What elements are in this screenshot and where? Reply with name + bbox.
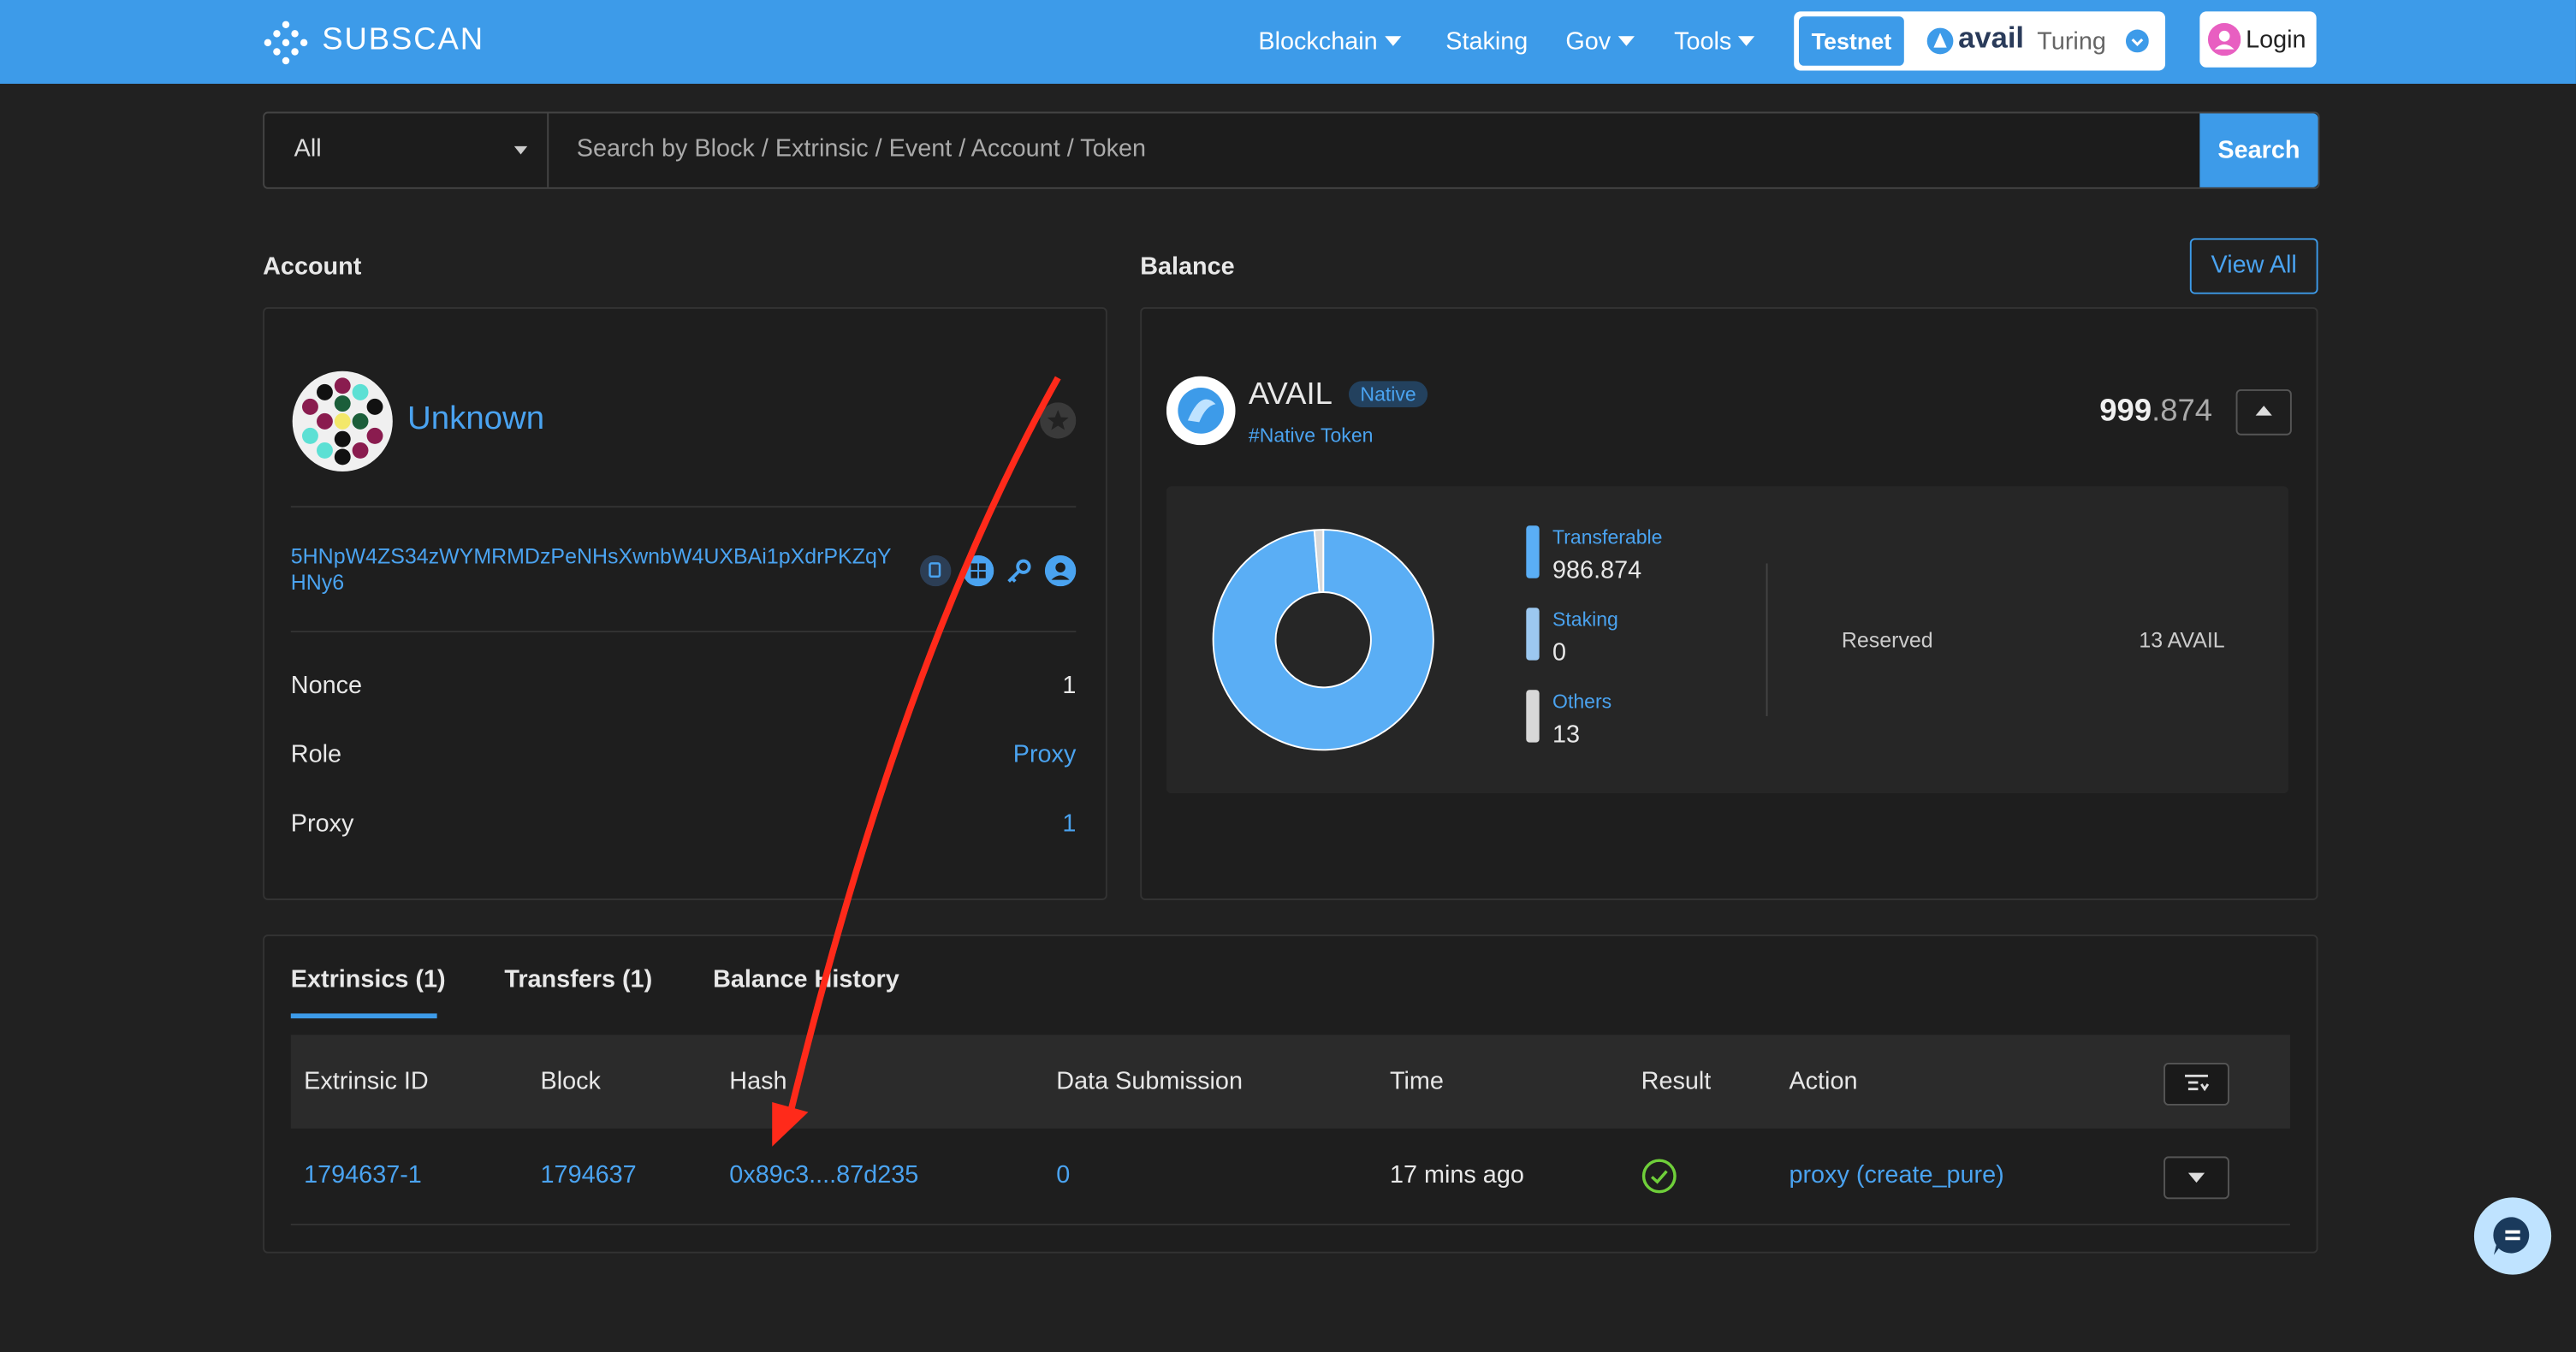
legend-bar-transferable xyxy=(1526,525,1540,578)
user-avatar-icon xyxy=(2207,22,2241,56)
balance-section-title: Balance xyxy=(1140,252,1235,282)
network-suffix: Turing xyxy=(2037,27,2106,56)
account-name[interactable]: Unknown xyxy=(407,400,544,438)
caret-down-icon xyxy=(2187,1172,2205,1183)
nonce-label: Nonce xyxy=(290,672,363,700)
qr-code-icon[interactable] xyxy=(962,554,994,587)
collapse-balance-button[interactable] xyxy=(2235,388,2292,436)
top-nav-bar: SUBSCAN Blockchain Staking Gov Tools Tes… xyxy=(0,0,2576,84)
logo-text[interactable]: SUBSCAN xyxy=(322,23,484,59)
staking-label: Staking xyxy=(1552,608,1618,632)
hash-link[interactable]: 0x89c3....87d235 xyxy=(729,1161,918,1189)
token-tag[interactable]: #Native Token xyxy=(1249,424,1374,447)
role-label: Role xyxy=(290,740,342,769)
reserved-value: 13 AVAIL xyxy=(2139,627,2225,653)
chevron-down-icon xyxy=(1737,36,1755,46)
chat-bubble-icon xyxy=(2493,1217,2530,1255)
address-line-1: 5HNpW4ZS34zWYMRMDzPeNHsXwnbW4UXBAi1pXdrP… xyxy=(290,543,892,569)
tab-extrinsics[interactable]: Extrinsics (1) xyxy=(291,966,446,994)
account-section-title: Account xyxy=(263,252,362,282)
nav-gov[interactable]: Gov xyxy=(1565,28,1635,56)
role-value[interactable]: Proxy xyxy=(1013,741,1077,769)
network-switcher[interactable]: Testnet avail Turing xyxy=(1794,11,2166,71)
native-badge: Native xyxy=(1348,381,1428,408)
login-label: Login xyxy=(2246,26,2306,55)
proxy-label: Proxy xyxy=(290,809,354,838)
account-profile-icon[interactable] xyxy=(1044,554,1077,587)
active-tab-indicator xyxy=(290,1013,437,1019)
tab-transfers[interactable]: Transfers (1) xyxy=(504,966,652,994)
balance-donut-chart xyxy=(1212,529,1434,751)
col-hash: Hash xyxy=(729,1067,787,1096)
search-button[interactable]: Search xyxy=(2199,113,2318,187)
extrinsic-id-link[interactable]: 1794637-1 xyxy=(304,1161,422,1189)
chevron-down-circle-icon xyxy=(2125,29,2149,53)
proxy-value[interactable]: 1 xyxy=(1062,809,1076,838)
filter-columns-icon xyxy=(2185,1074,2210,1092)
token-name: AVAIL xyxy=(1248,377,1333,412)
block-link[interactable]: 1794637 xyxy=(541,1161,637,1189)
divider xyxy=(1766,563,1768,716)
chevron-down-icon xyxy=(1617,36,1635,46)
search-input[interactable]: Search by Block / Extrinsic / Event / Ac… xyxy=(577,134,1146,163)
avail-token-icon xyxy=(1166,376,1236,446)
data-submission-link[interactable]: 0 xyxy=(1056,1161,1070,1189)
search-type-value: All xyxy=(294,134,322,163)
nav-staking[interactable]: Staking xyxy=(1445,28,1528,56)
others-value: 13 xyxy=(1552,720,1581,750)
col-action: Action xyxy=(1789,1067,1858,1096)
col-time: Time xyxy=(1389,1067,1444,1096)
others-label: Others xyxy=(1552,690,1612,714)
staking-value: 0 xyxy=(1552,638,1567,667)
col-data-submission: Data Submission xyxy=(1056,1067,1243,1096)
account-identicon xyxy=(292,371,393,471)
col-block: Block xyxy=(540,1067,601,1096)
avail-logo-icon xyxy=(1926,27,1954,55)
nav-tools[interactable]: Tools xyxy=(1674,28,1755,56)
subscan-logo-icon xyxy=(264,21,308,65)
legend-bar-staking xyxy=(1526,608,1540,661)
nav-blockchain[interactable]: Blockchain xyxy=(1258,28,1401,56)
testnet-badge[interactable]: Testnet xyxy=(1798,16,1904,66)
search-bar: All Search by Block / Extrinsic / Event … xyxy=(263,111,2320,189)
transferable-label: Transferable xyxy=(1552,525,1663,549)
tab-balance-history[interactable]: Balance History xyxy=(713,966,899,994)
expand-row-button[interactable] xyxy=(2163,1156,2229,1200)
login-button[interactable]: Login xyxy=(2199,11,2317,68)
account-address[interactable]: 5HNpW4ZS34zWYMRMDzPeNHsXwnbW4UXBAi1pXdrP… xyxy=(291,543,892,596)
transferable-value: 986.874 xyxy=(1552,556,1642,585)
legend-bar-others xyxy=(1526,690,1540,743)
view-all-button[interactable]: View All xyxy=(2189,238,2318,294)
nonce-value: 1 xyxy=(1062,672,1077,700)
network-name: avail xyxy=(1958,21,2025,55)
chat-widget-button[interactable] xyxy=(2473,1197,2552,1275)
copy-icon[interactable] xyxy=(919,554,952,587)
caret-down-icon xyxy=(513,145,528,155)
column-settings-button[interactable] xyxy=(2163,1062,2229,1106)
col-result: Result xyxy=(1641,1067,1712,1096)
star-icon[interactable] xyxy=(1040,402,1077,439)
search-type-select[interactable]: All xyxy=(264,113,549,187)
address-line-2: HNy6 xyxy=(290,570,345,595)
success-check-icon xyxy=(1641,1159,1677,1194)
key-icon[interactable] xyxy=(1004,555,1035,586)
chevron-down-icon xyxy=(1384,36,1401,46)
reserved-label: Reserved xyxy=(1841,627,1933,653)
time-cell: 17 mins ago xyxy=(1389,1161,1524,1189)
col-extrinsic-id: Extrinsic ID xyxy=(304,1067,429,1096)
caret-up-icon xyxy=(2255,406,2272,416)
total-balance: 999.874 xyxy=(2099,394,2213,430)
action-link[interactable]: proxy (create_pure) xyxy=(1789,1161,2003,1189)
